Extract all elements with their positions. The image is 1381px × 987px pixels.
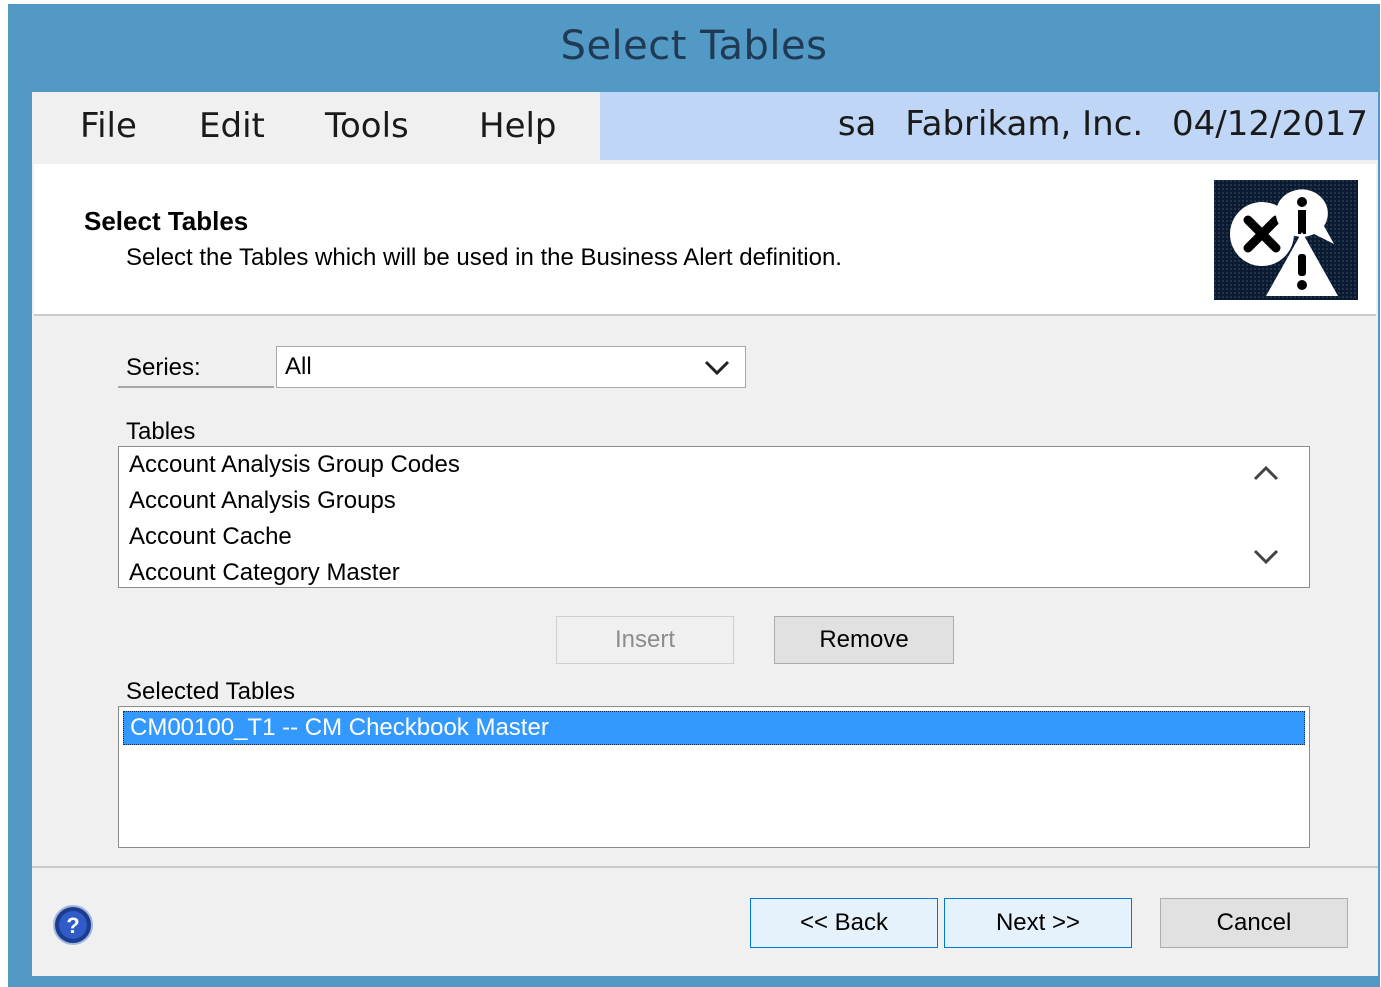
series-dropdown[interactable]: All [276,346,746,388]
scroll-up-arrow[interactable] [1251,461,1281,490]
dialog-window: Select Tables File Edit Tools Help sa Fa… [8,4,1380,987]
business-alert-icon [1214,180,1358,300]
header-title: Select Tables [84,206,249,236]
list-item[interactable]: Account Category Master [129,559,400,587]
user-info: sa Fabrikam, Inc. 04/12/2017 [820,104,1368,144]
insert-button[interactable]: Insert [556,616,734,664]
selected-tables-list[interactable]: CM00100_T1 -- CM Checkbook Master [118,706,1310,848]
selected-list-item[interactable]: CM00100_T1 -- CM Checkbook Master [123,711,1305,745]
cancel-button[interactable]: Cancel [1160,898,1348,948]
selected-tables-label: Selected Tables [126,678,296,705]
svg-text:?: ? [66,913,79,938]
list-item[interactable]: Account Analysis Groups [129,487,396,515]
menu-bar: File Edit Tools Help sa Fabrikam, Inc. 0… [32,92,1378,160]
series-label: Series: [126,354,201,381]
menu-help[interactable]: Help [479,106,557,146]
list-item[interactable]: Account Analysis Group Codes [129,451,460,479]
footer-divider [32,866,1378,868]
scroll-down-arrow[interactable] [1251,545,1281,574]
user-date: 04/12/2017 [1172,104,1368,144]
tables-list[interactable]: Account Analysis Group Codes Account Ana… [118,446,1310,588]
selected-item-text: CM00100_T1 -- CM Checkbook Master [130,714,549,741]
series-label-underline [118,386,274,388]
series-value: All [285,353,312,380]
title-bar[interactable]: Select Tables [8,4,1380,92]
user-id: sa [837,104,877,144]
menu-tools[interactable]: Tools [325,106,409,146]
menu-file[interactable]: File [80,106,137,146]
menu-group: File Edit Tools Help [32,92,600,160]
help-icon[interactable]: ? [52,904,94,946]
menu-edit[interactable]: Edit [199,106,265,146]
window-title: Select Tables [560,23,828,69]
list-item[interactable]: Account Cache [129,523,292,551]
back-button[interactable]: << Back [750,898,938,948]
wizard-header: Select Tables Select the Tables which wi… [34,164,1376,316]
header-subtitle: Select the Tables which will be used in … [126,244,842,271]
next-button[interactable]: Next >> [944,898,1132,948]
company-name: Fabrikam, Inc. [905,104,1144,144]
dialog-body: Select Tables Select the Tables which wi… [32,160,1378,976]
chevron-down-icon [703,355,731,384]
remove-button[interactable]: Remove [774,616,954,664]
tables-label: Tables [126,418,196,445]
